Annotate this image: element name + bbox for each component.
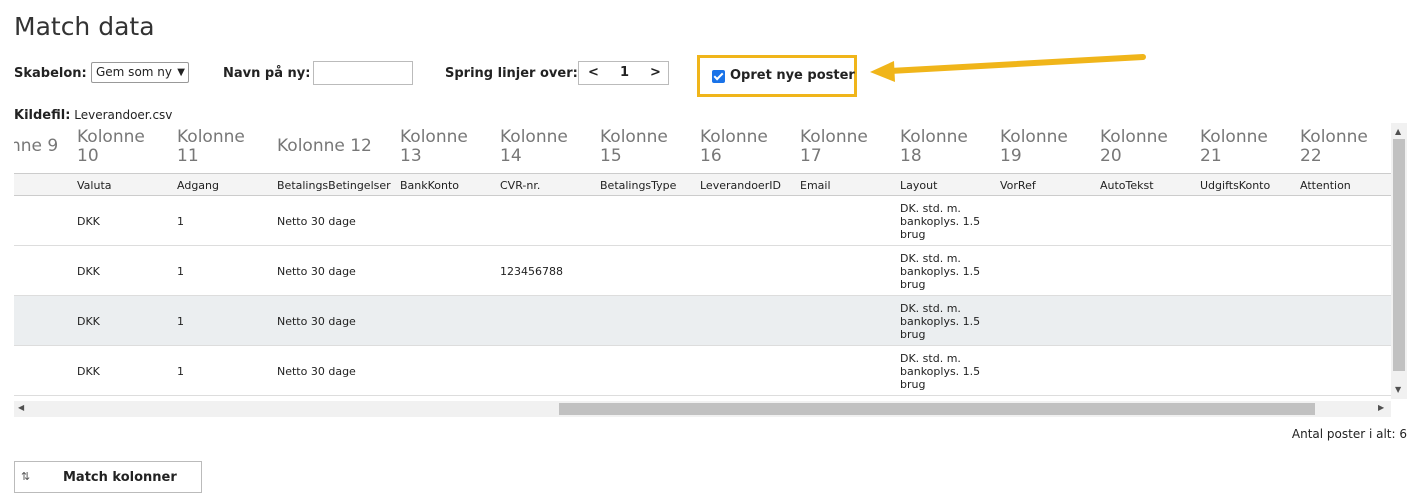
column-header[interactable]: Kolonne 17 (800, 128, 880, 166)
scroll-left-icon[interactable]: ◀ (18, 403, 24, 412)
template-label: Skabelon: (14, 66, 87, 81)
match-columns-button[interactable]: ⇅ Match kolonner (14, 461, 202, 493)
source-file: Kildefil: Leverandoer.csv (14, 108, 172, 123)
cell-cvr: 123456788 (500, 265, 563, 278)
scroll-down-icon[interactable]: ▼ (1395, 385, 1401, 394)
field-header[interactable]: Valuta (77, 179, 112, 192)
column-header[interactable]: Kolonne 14 (500, 128, 580, 166)
source-file-label: Kildefil: (14, 108, 71, 123)
field-header[interactable]: UdgiftsKonto (1200, 179, 1270, 192)
field-header[interactable]: BetalingsBetingelser (277, 179, 391, 192)
template-select-value: Gem som ny (96, 65, 172, 79)
cell-adgang: 1 (177, 365, 184, 378)
cell-valuta: DKK (77, 315, 100, 328)
column-header[interactable]: Kolonne 16 (700, 128, 780, 166)
cell-layout: DK. std. m. bankoplys. 1.5 brug (900, 352, 981, 391)
column-header[interactable]: Kolonne 22 (1300, 128, 1380, 166)
cell-valuta: DKK (77, 215, 100, 228)
cell-adgang: 1 (177, 215, 184, 228)
page-title: Match data (14, 12, 155, 41)
scroll-up-icon[interactable]: ▲ (1395, 127, 1401, 136)
field-header[interactable]: CVR-nr. (500, 179, 540, 192)
field-header[interactable]: Attention (1300, 179, 1351, 192)
column-header[interactable]: Kolonne 20 (1100, 128, 1180, 166)
cell-adgang: 1 (177, 315, 184, 328)
stepper-value: 1 (620, 65, 630, 80)
skip-lines-stepper[interactable]: < 1 > (578, 61, 669, 85)
column-header[interactable]: Kolonne 21 (1200, 128, 1280, 166)
cell-betingelser: Netto 30 dage (277, 265, 356, 278)
template-select[interactable]: Gem som ny ▼ (91, 62, 189, 83)
horizontal-scrollbar[interactable]: ◀ ▶ (14, 401, 1391, 417)
field-header[interactable]: Email (800, 179, 831, 192)
table-row[interactable]: DKK 1 Netto 30 dage DK. std. m. bankoply… (14, 346, 1391, 396)
record-count: Antal poster i alt: 6 (1291, 427, 1407, 441)
stepper-prev-button[interactable]: < (588, 65, 599, 80)
cell-betingelser: Netto 30 dage (277, 215, 356, 228)
column-header[interactable]: Kolonne 18 (900, 128, 980, 166)
table-row[interactable]: DKK 1 Netto 30 dage 123456788 DK. std. m… (14, 246, 1391, 296)
column-header[interactable]: Kolonne 19 (1000, 128, 1080, 166)
create-new-checkbox[interactable] (712, 70, 725, 83)
match-columns-label: Match kolonner (63, 470, 177, 485)
cell-layout: DK. std. m. bankoplys. 1.5 brug (900, 202, 981, 241)
column-header[interactable]: Kolonne 10 (77, 128, 157, 166)
table-row[interactable]: DKK 1 Netto 30 dage DK. std. m. bankoply… (14, 196, 1391, 246)
column-header[interactable]: Kolonne 15 (600, 128, 680, 166)
scroll-right-icon[interactable]: ▶ (1378, 403, 1384, 412)
field-header[interactable]: BankKonto (400, 179, 459, 192)
cell-adgang: 1 (177, 265, 184, 278)
vertical-scrollbar[interactable]: ▲ ▼ (1391, 123, 1407, 399)
data-grid: nne 9 Kolonne 10 Kolonne 11 Kolonne 12 K… (14, 123, 1391, 399)
field-header[interactable]: BetalingsType (600, 179, 676, 192)
table-row[interactable]: DKK 1 Netto 30 dage DK. std. m. bankoply… (14, 296, 1391, 346)
cell-betingelser: Netto 30 dage (277, 365, 356, 378)
sort-icon: ⇅ (21, 470, 31, 483)
cell-valuta: DKK (77, 265, 100, 278)
field-header[interactable]: AutoTekst (1100, 179, 1154, 192)
field-header[interactable]: Layout (900, 179, 937, 192)
skip-lines-label: Spring linjer over: (445, 66, 578, 81)
field-header[interactable]: LeverandoerID (700, 179, 781, 192)
chevron-down-icon: ▼ (177, 67, 185, 78)
cell-valuta: DKK (77, 365, 100, 378)
stepper-next-button[interactable]: > (650, 65, 661, 80)
field-header[interactable]: Adgang (177, 179, 219, 192)
name-input[interactable] (313, 61, 413, 85)
create-new-label: Opret nye poster (730, 68, 855, 83)
column-header[interactable]: Kolonne 12 (277, 137, 372, 156)
cell-layout: DK. std. m. bankoplys. 1.5 brug (900, 302, 981, 341)
horizontal-scroll-thumb[interactable] (559, 403, 1315, 415)
name-label: Navn på ny: (223, 66, 311, 81)
cell-betingelser: Netto 30 dage (277, 315, 356, 328)
cell-layout: DK. std. m. bankoplys. 1.5 brug (900, 252, 981, 291)
column-header[interactable]: Kolonne 11 (177, 128, 257, 166)
source-file-name: Leverandoer.csv (74, 108, 173, 122)
vertical-scroll-thumb[interactable] (1393, 139, 1405, 371)
arrow-annotation (870, 54, 1146, 82)
field-header-row: Valuta Adgang BetalingsBetingelser BankK… (14, 173, 1391, 196)
field-header[interactable]: VorRef (1000, 179, 1036, 192)
column-header[interactable]: Kolonne 13 (400, 128, 480, 166)
column-header[interactable]: nne 9 (14, 137, 58, 156)
